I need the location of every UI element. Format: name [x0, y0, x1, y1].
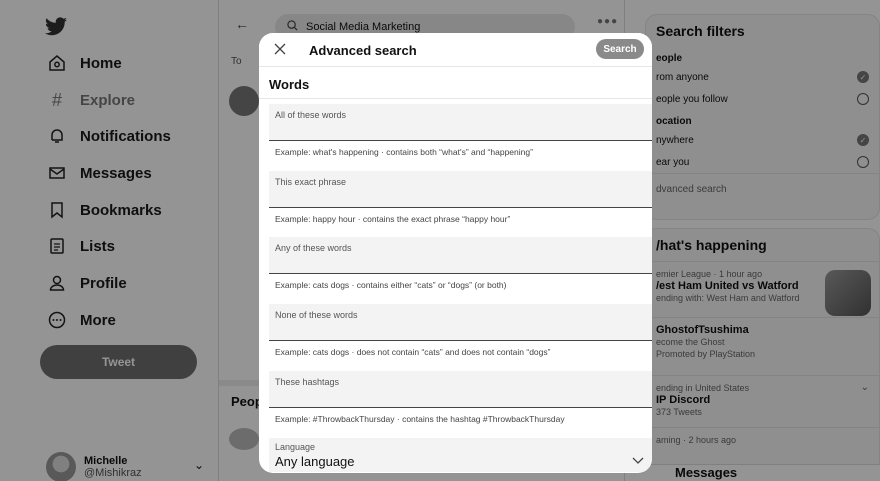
dialog-body: Words All of these words Example: what's… — [259, 67, 652, 473]
field-hint: Example: what's happening · contains bot… — [275, 147, 533, 157]
field-hint: Example: cats dogs · does not contain “c… — [275, 347, 551, 357]
all-words-field[interactable]: All of these words — [269, 104, 652, 141]
field-hint: Example: cats dogs · contains either “ca… — [275, 280, 507, 290]
exact-phrase-field[interactable]: This exact phrase — [269, 171, 652, 208]
any-words-field[interactable]: Any of these words — [269, 237, 652, 274]
field-hint: Example: happy hour · contains the exact… — [275, 214, 511, 224]
words-section-title: Words — [269, 77, 310, 92]
field-label: These hashtags — [275, 377, 340, 387]
field-hint: Example: #ThrowbackThursday · contains t… — [275, 414, 565, 424]
language-select[interactable]: Language Any language — [269, 438, 652, 472]
dialog-title: Advanced search — [309, 43, 417, 58]
field-label: All of these words — [275, 110, 347, 120]
field-label: None of these words — [275, 310, 358, 320]
field-label: Any of these words — [275, 243, 352, 253]
search-button[interactable]: Search — [596, 39, 644, 59]
divider — [259, 98, 652, 99]
dialog-header: Advanced search Search — [259, 33, 652, 67]
hashtags-field[interactable]: These hashtags — [269, 371, 652, 408]
language-value: Any language — [275, 454, 355, 469]
advanced-search-dialog: Advanced search Search Words All of thes… — [259, 33, 652, 473]
field-label: Language — [275, 442, 316, 452]
chevron-down-icon — [632, 452, 644, 470]
field-label: This exact phrase — [275, 177, 347, 187]
close-icon[interactable] — [271, 40, 289, 58]
none-words-field[interactable]: None of these words — [269, 304, 652, 341]
